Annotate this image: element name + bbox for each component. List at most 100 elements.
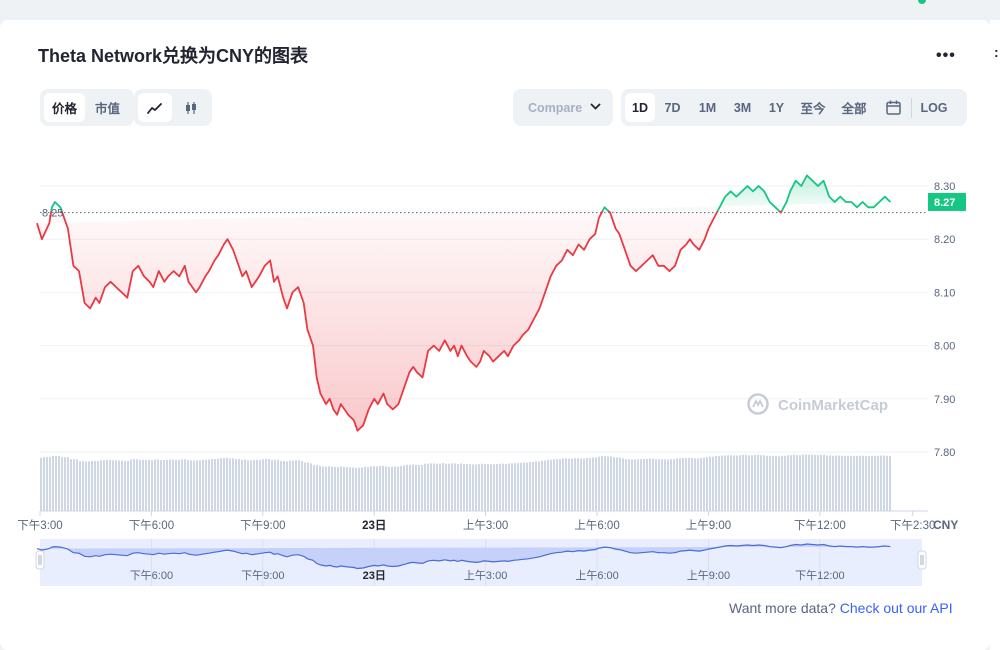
volume-bar: [586, 457, 588, 511]
volume-bar: [637, 459, 639, 511]
volume-bar: [385, 466, 387, 511]
volume-bar: [349, 467, 351, 511]
volume-bar: [646, 458, 648, 511]
volume-bar: [712, 456, 714, 511]
volume-bar: [868, 456, 870, 511]
x-tick-label: 下午12:00: [794, 519, 846, 532]
volume-bar: [808, 454, 810, 511]
volume-bar: [685, 458, 687, 511]
volume-bar: [172, 459, 174, 511]
api-link[interactable]: Check out our API: [840, 600, 953, 616]
navigator-label: 23日: [363, 569, 386, 582]
volume-bar: [541, 460, 543, 511]
volume-bar: [478, 464, 480, 511]
volume-bar: [127, 460, 129, 511]
x-tick-label: 上午9:00: [686, 519, 731, 532]
volume-bar: [298, 460, 300, 511]
volume-bar: [262, 459, 264, 511]
volume-bar: [508, 463, 510, 511]
volume-bar: [691, 458, 693, 511]
volume-bar: [526, 462, 528, 511]
volume-bar: [670, 459, 672, 511]
volume-bar: [406, 464, 408, 511]
volume-bar: [784, 455, 786, 511]
volume-bar: [199, 460, 201, 511]
volume-bar: [226, 457, 228, 511]
watermark-text: CoinMarketCap: [778, 397, 888, 414]
x-tick-label: 上午6:00: [574, 519, 619, 532]
y-tick-label: 7.80: [934, 447, 955, 459]
volume-bar: [616, 457, 618, 511]
volume-bar: [484, 463, 486, 511]
volume-bar: [169, 459, 171, 511]
volume-bar: [223, 458, 225, 511]
volume-bar: [589, 457, 591, 511]
volume-bar: [43, 456, 45, 511]
volume-bar: [67, 457, 69, 511]
volume-bar: [76, 459, 78, 511]
volume-bar: [91, 460, 93, 511]
volume-bar: [103, 460, 105, 511]
volume-bar: [256, 459, 258, 511]
volume-bar: [331, 466, 333, 511]
volume-bar: [544, 460, 546, 511]
volume-bar: [550, 459, 552, 511]
volume-bar: [118, 460, 120, 511]
navigator-label: 下午6:00: [130, 569, 173, 582]
volume-bar: [376, 466, 378, 511]
volume-bar: [556, 459, 558, 511]
volume-bar: [85, 461, 87, 511]
volume-bar: [796, 455, 798, 511]
x-tick-label: 上午3:00: [463, 519, 508, 532]
volume-bar: [259, 459, 261, 511]
volume-bar: [877, 455, 879, 511]
volume-bar: [220, 458, 222, 511]
volume-bar: [304, 462, 306, 511]
volume-bar: [370, 466, 372, 511]
volume-bar: [55, 456, 57, 511]
volume-bar: [364, 466, 366, 511]
volume-bar: [724, 455, 726, 511]
volume-bar: [874, 455, 876, 511]
volume-bar: [607, 456, 609, 511]
price-areas: [37, 175, 891, 431]
volume-bar: [481, 463, 483, 511]
watermark-logo: CoinMarketCap: [747, 393, 888, 415]
volume-bar: [718, 456, 720, 511]
volume-bar: [781, 455, 783, 511]
volume-bar: [145, 460, 147, 511]
volume-bar: [439, 463, 441, 511]
volume-bar: [133, 459, 135, 511]
navigator[interactable]: 下午6:00 下午9:00 23日 上午3:00 上午6:00 上午9:00 下午12:00: [35, 539, 927, 586]
volume-bar: [433, 463, 435, 511]
y-tick-label: 7.90: [934, 394, 955, 406]
volume-bar: [166, 459, 168, 511]
volume-bar: [109, 460, 111, 511]
volume-bar: [823, 454, 825, 511]
volume-bar: [151, 460, 153, 511]
navigator-label: 下午9:00: [241, 569, 284, 582]
volume-bar: [778, 456, 780, 511]
volume-bar: [313, 465, 315, 511]
volume-bar: [445, 463, 447, 511]
navigator-handle: [35, 550, 45, 570]
volume-bar: [880, 455, 882, 511]
volume-bar: [187, 460, 189, 511]
volume-bar: [136, 459, 138, 511]
volume-bar: [601, 456, 603, 511]
volume-bar: [217, 458, 219, 511]
volume-bar: [274, 459, 276, 511]
volume-bar: [325, 466, 327, 511]
volume-bar: [829, 455, 831, 511]
x-tick-label: 下午6:00: [129, 519, 174, 532]
volume-bar: [517, 463, 519, 511]
volume-bar: [754, 455, 756, 511]
navigator-label: 上午3:00: [464, 569, 507, 582]
volume-bar: [457, 463, 459, 511]
volume-bar: [643, 458, 645, 511]
price-chart[interactable]: 8.308.208.108.007.907.808.258.27 下午3:00 下…: [0, 0, 1000, 650]
volume-bar: [454, 463, 456, 511]
volume-bar: [214, 458, 216, 511]
volume-bar: [883, 455, 885, 511]
currency-label: CNY: [933, 518, 958, 532]
